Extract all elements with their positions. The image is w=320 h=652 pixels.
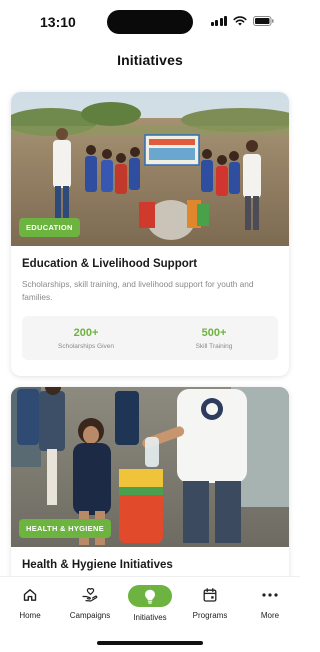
initiative-card-health[interactable]: HEALTH & HYGIENE Health & Hygiene Initia… [11,387,289,576]
tab-label: Initiatives [133,613,167,622]
stat-label: Skill Training [195,342,233,350]
home-indicator [97,641,203,645]
initiative-title-education: Education & Livelihood Support [22,258,198,270]
tab-label: Programs [192,611,228,620]
tab-label: More [260,611,280,620]
status-bar: 13:10 [0,0,300,44]
battery-icon [253,15,274,26]
initiative-photo-health: HEALTH & HYGIENE [11,387,289,547]
stat-value: 200+ [73,326,99,339]
stat-skill-training: 500+ Skill Training [150,316,278,360]
calendar-icon [190,585,230,605]
tab-label: Campaigns [69,611,111,620]
tab-label: Home [19,611,41,620]
initiatives-list[interactable]: EDUCATION Education & Livelihood Support… [0,84,300,576]
initiative-badge-education: EDUCATION [19,218,80,237]
tab-more[interactable]: More [240,585,300,652]
page-title: Initiatives [117,52,183,68]
stat-value: 500+ [201,326,227,339]
initiative-card-education[interactable]: EDUCATION Education & Livelihood Support… [11,92,289,376]
more-dots-icon [250,585,290,605]
hand-heart-icon [70,585,110,605]
initiative-photo-education: EDUCATION [11,92,289,246]
stat-scholarships: 200+ Scholarships Given [22,316,150,360]
lightbulb-icon [128,585,172,607]
stat-label: Scholarships Given [58,342,114,350]
initiative-badge-health: HEALTH & HYGIENE [19,519,111,538]
app-header: Initiatives [0,52,300,68]
wifi-icon [233,15,247,26]
initiative-stats-education: 200+ Scholarships Given 500+ Skill Train… [22,316,278,360]
tab-home[interactable]: Home [0,585,60,652]
home-icon [10,585,50,605]
status-time: 13:10 [40,14,76,30]
status-icons [210,15,275,26]
dynamic-island [107,10,193,34]
cellular-signal-icon [210,15,227,26]
initiative-title-health: Health & Hygiene Initiatives [22,559,173,571]
initiative-description-education: Scholarships, skill training, and liveli… [22,279,254,302]
